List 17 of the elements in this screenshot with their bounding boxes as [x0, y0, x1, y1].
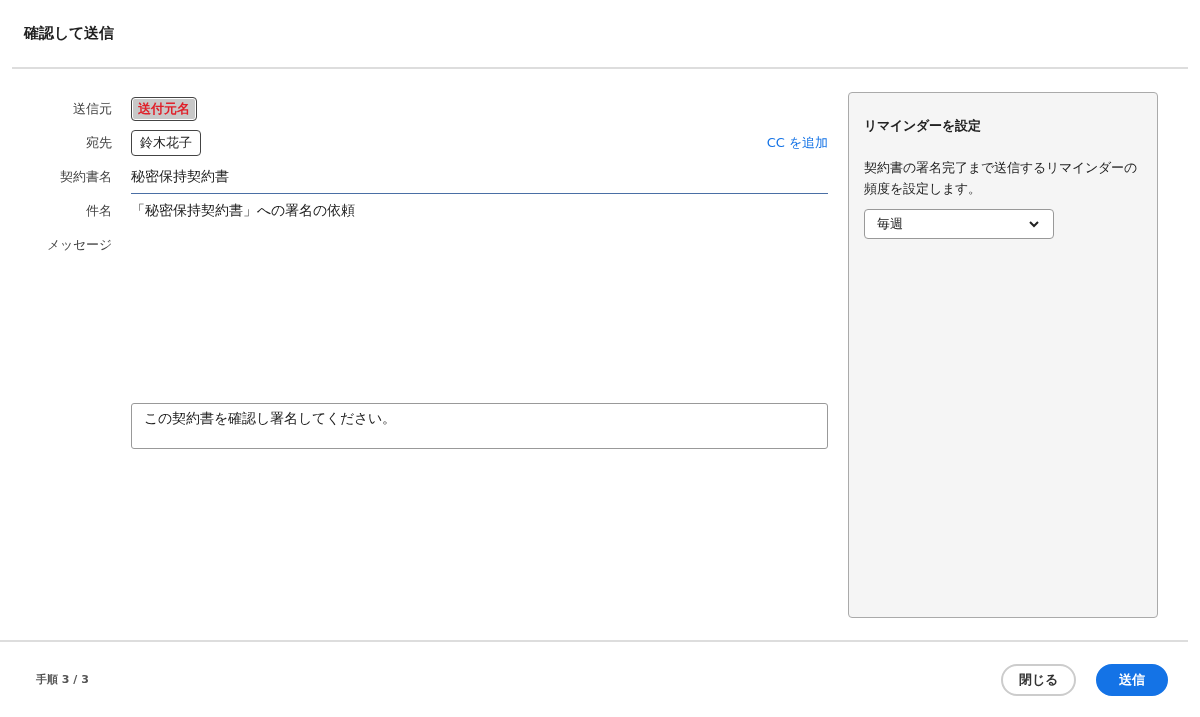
recipient-chip[interactable]: 鈴木花子: [131, 130, 201, 156]
field-label: メッセージ: [46, 236, 112, 254]
reminder-description: 契約書の署名完了まで送信するリマインダーの頻度を設定します。: [864, 159, 1138, 198]
field-label: 宛先: [85, 134, 112, 152]
send-button[interactable]: 送信: [1096, 663, 1168, 696]
dialog-title: 確認して送信: [24, 24, 114, 43]
field-label: 件名: [85, 202, 112, 220]
frequency-dropdown[interactable]: 毎週: [864, 209, 1054, 239]
chevron-down-icon: [1029, 220, 1039, 228]
step-indicator: 手順 3 / 3: [36, 672, 89, 687]
close-button[interactable]: 閉じる: [1001, 663, 1076, 696]
subject-text: 「秘密保持契約書」への署名の依頼: [131, 202, 355, 220]
message-field[interactable]: この契約書を確認し署名してください。: [131, 403, 828, 449]
field-label: 送信元: [72, 100, 112, 118]
add-cc-link[interactable]: CC を追加: [766, 134, 828, 152]
field-label: 契約書名: [59, 168, 112, 186]
reminder-title: リマインダーを設定: [864, 117, 982, 135]
